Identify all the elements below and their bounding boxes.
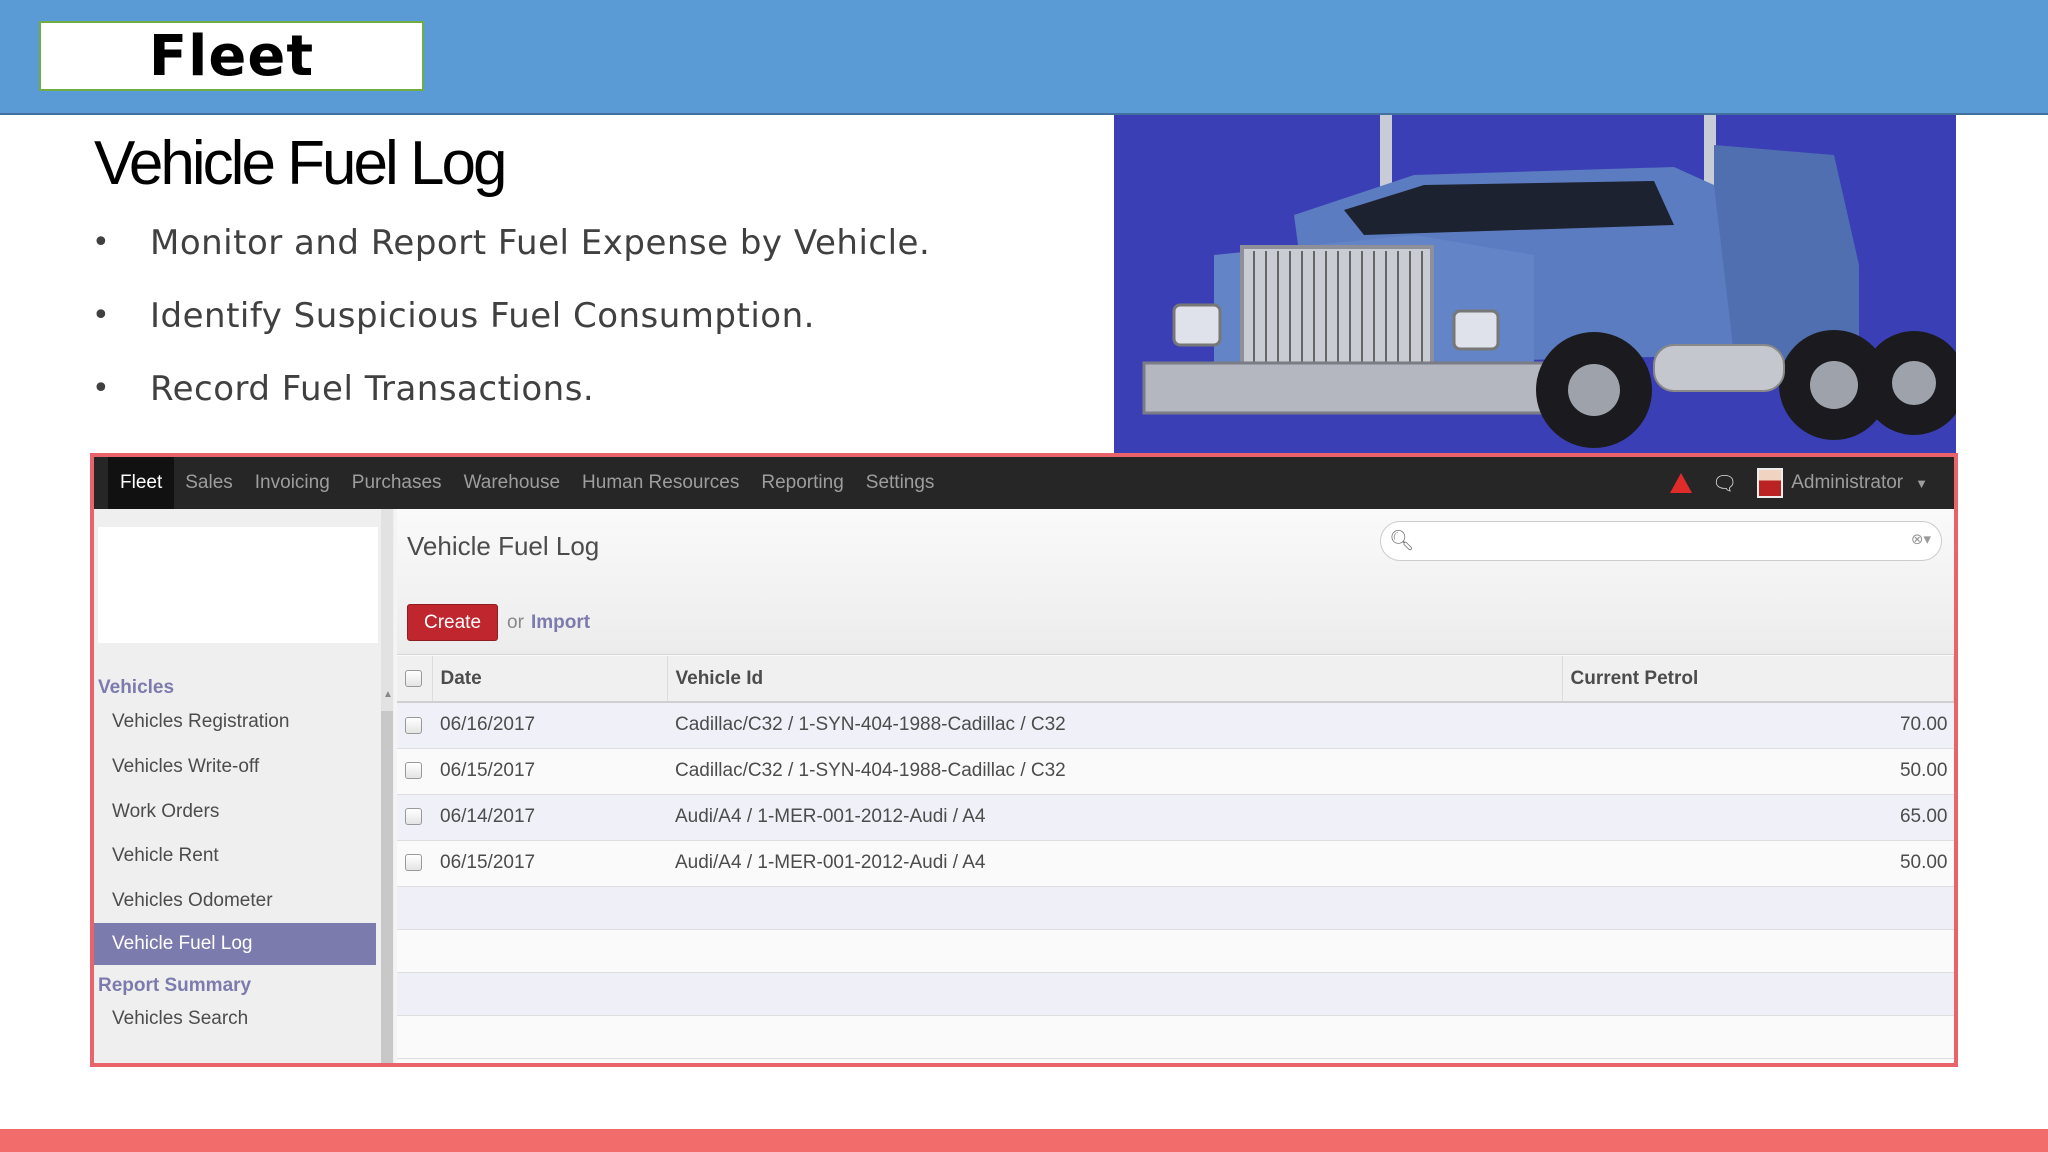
cell-petrol: 70.00 <box>1562 702 1954 749</box>
alert-triangle-icon[interactable] <box>1669 473 1692 493</box>
clear-dropdown-icon[interactable]: ⊗▾ <box>1911 530 1931 548</box>
menu-purchases[interactable]: Purchases <box>341 472 453 494</box>
empty-row <box>397 1015 1954 1059</box>
user-menu[interactable]: Administrator ▼ <box>1757 468 1928 498</box>
page-title: Vehicle Fuel Log <box>407 531 600 561</box>
table-header: Date Vehicle Id Current Petrol <box>397 656 1954 703</box>
column-header-current-petrol[interactable]: Current Petrol <box>1562 656 1954 703</box>
row-checkbox[interactable] <box>405 716 422 734</box>
cell-petrol: 50.00 <box>1562 748 1954 795</box>
chat-icon[interactable]: 🗨 <box>1712 471 1737 496</box>
cell-vehicle: Audi/A4 / 1-MER-001-2012-Audi / A4 <box>667 794 1562 841</box>
cell-vehicle: Audi/A4 / 1-MER-001-2012-Audi / A4 <box>667 840 1562 887</box>
sidebar: Vehicles Vehicles Registration Vehicles … <box>94 509 394 1063</box>
top-navbar: Fleet Sales Invoicing Purchases Warehous… <box>94 457 1954 509</box>
semi-truck-illustration <box>1114 115 1956 453</box>
sidebar-scrollbar[interactable]: ▲ <box>381 509 393 1063</box>
cell-vehicle: Cadillac/C32 / 1-SYN-404-1988-Cadillac /… <box>667 702 1562 749</box>
row-checkbox[interactable] <box>405 854 422 872</box>
menu-human-resources[interactable]: Human Resources <box>571 472 750 494</box>
truck-image <box>1114 115 1956 453</box>
cell-date: 06/15/2017 <box>432 748 667 795</box>
sidebar-item-work-orders[interactable]: Work Orders <box>94 791 376 833</box>
bullet-list: • Monitor and Report Fuel Expense by Vehi… <box>92 212 930 431</box>
bullet-item: • Monitor and Report Fuel Expense by Vehi… <box>92 212 930 285</box>
navbar-right: 🗨 Administrator ▼ <box>1669 457 1928 509</box>
create-button[interactable]: Create <box>407 604 498 641</box>
menu-warehouse[interactable]: Warehouse <box>453 472 571 494</box>
cell-petrol: 65.00 <box>1562 794 1954 841</box>
slide-title-box: Fleet <box>39 21 424 91</box>
sidebar-item-vehicles-search[interactable]: Vehicles Search <box>94 998 376 1040</box>
main-content: Vehicle Fuel Log 🔍︎ ⊗▾ Create or Import … <box>397 509 1954 1063</box>
import-link[interactable]: Import <box>531 612 590 634</box>
sidebar-item-vehicle-fuel-log[interactable]: Vehicle Fuel Log <box>94 923 376 965</box>
main-menu: Fleet Sales Invoicing Purchases Warehous… <box>108 457 945 509</box>
cell-date: 06/14/2017 <box>432 794 667 841</box>
cell-date: 06/15/2017 <box>432 840 667 887</box>
user-name: Administrator <box>1791 472 1904 493</box>
row-checkbox[interactable] <box>405 808 422 826</box>
bullet-item: • Identify Suspicious Fuel Consumption. <box>92 285 930 358</box>
empty-row <box>397 886 1954 930</box>
bullet-icon: • <box>92 225 111 260</box>
company-logo-area <box>98 527 378 643</box>
cell-date: 06/16/2017 <box>432 702 667 749</box>
column-header-date[interactable]: Date <box>432 656 668 703</box>
control-panel: Vehicle Fuel Log 🔍︎ ⊗▾ Create or Import <box>397 509 1954 655</box>
sidebar-item-vehicles-write-off[interactable]: Vehicles Write-off <box>94 746 376 788</box>
bullet-text: Monitor and Report Fuel Expense by Vehic… <box>150 223 931 263</box>
table-row[interactable]: 06/15/2017 Audi/A4 / 1-MER-001-2012-Audi… <box>397 840 1954 887</box>
select-all-cell[interactable] <box>397 656 433 703</box>
menu-invoicing[interactable]: Invoicing <box>244 472 341 494</box>
scrollbar-thumb[interactable] <box>381 711 393 1063</box>
row-checkbox[interactable] <box>405 762 422 780</box>
menu-sales[interactable]: Sales <box>174 472 244 494</box>
menu-reporting[interactable]: Reporting <box>750 472 854 494</box>
menu-fleet[interactable]: Fleet <box>108 457 175 509</box>
bullet-item: • Record Fuel Transactions. <box>92 358 930 431</box>
bullet-icon: • <box>92 298 111 333</box>
select-all-checkbox[interactable] <box>405 669 422 687</box>
avatar <box>1757 468 1784 498</box>
column-header-vehicle-id[interactable]: Vehicle Id <box>667 656 1563 703</box>
bullet-text: Identify Suspicious Fuel Consumption. <box>150 296 815 336</box>
search-icon: 🔍︎ <box>1389 530 1415 552</box>
fuel-log-table: Date Vehicle Id Current Petrol 06/16/201… <box>397 656 1954 1059</box>
cell-vehicle: Cadillac/C32 / 1-SYN-404-1988-Cadillac /… <box>667 748 1562 795</box>
bullet-icon: • <box>92 371 111 406</box>
slide-heading: Vehicle Fuel Log <box>94 129 507 198</box>
table-row[interactable]: 06/15/2017 Cadillac/C32 / 1-SYN-404-1988… <box>397 748 1954 795</box>
empty-row <box>397 972 1954 1016</box>
search-box[interactable]: 🔍︎ ⊗▾ <box>1380 521 1942 561</box>
scroll-up-icon[interactable]: ▲ <box>383 689 393 700</box>
or-label: or <box>507 612 524 633</box>
table-row[interactable]: 06/14/2017 Audi/A4 / 1-MER-001-2012-Audi… <box>397 794 1954 841</box>
cell-petrol: 50.00 <box>1562 840 1954 887</box>
bullet-text: Record Fuel Transactions. <box>150 369 595 409</box>
sidebar-section-vehicles[interactable]: Vehicles <box>98 677 174 699</box>
sidebar-item-vehicles-registration[interactable]: Vehicles Registration <box>94 701 376 743</box>
search-input[interactable] <box>1417 526 1877 556</box>
table-row[interactable]: 06/16/2017 Cadillac/C32 / 1-SYN-404-1988… <box>397 702 1954 749</box>
sidebar-item-vehicle-rent[interactable]: Vehicle Rent <box>94 835 376 877</box>
caret-down-icon: ▼ <box>1915 475 1928 491</box>
slide-footer-band <box>0 1129 2048 1152</box>
sidebar-section-report-summary[interactable]: Report Summary <box>98 975 251 997</box>
sidebar-item-vehicles-odometer[interactable]: Vehicles Odometer <box>94 880 376 922</box>
slide-title: Fleet <box>148 23 315 89</box>
app-screenshot: Fleet Sales Invoicing Purchases Warehous… <box>90 453 1958 1067</box>
slide-header-band: Fleet <box>0 0 2048 115</box>
empty-row <box>397 929 1954 973</box>
menu-settings[interactable]: Settings <box>855 472 946 494</box>
